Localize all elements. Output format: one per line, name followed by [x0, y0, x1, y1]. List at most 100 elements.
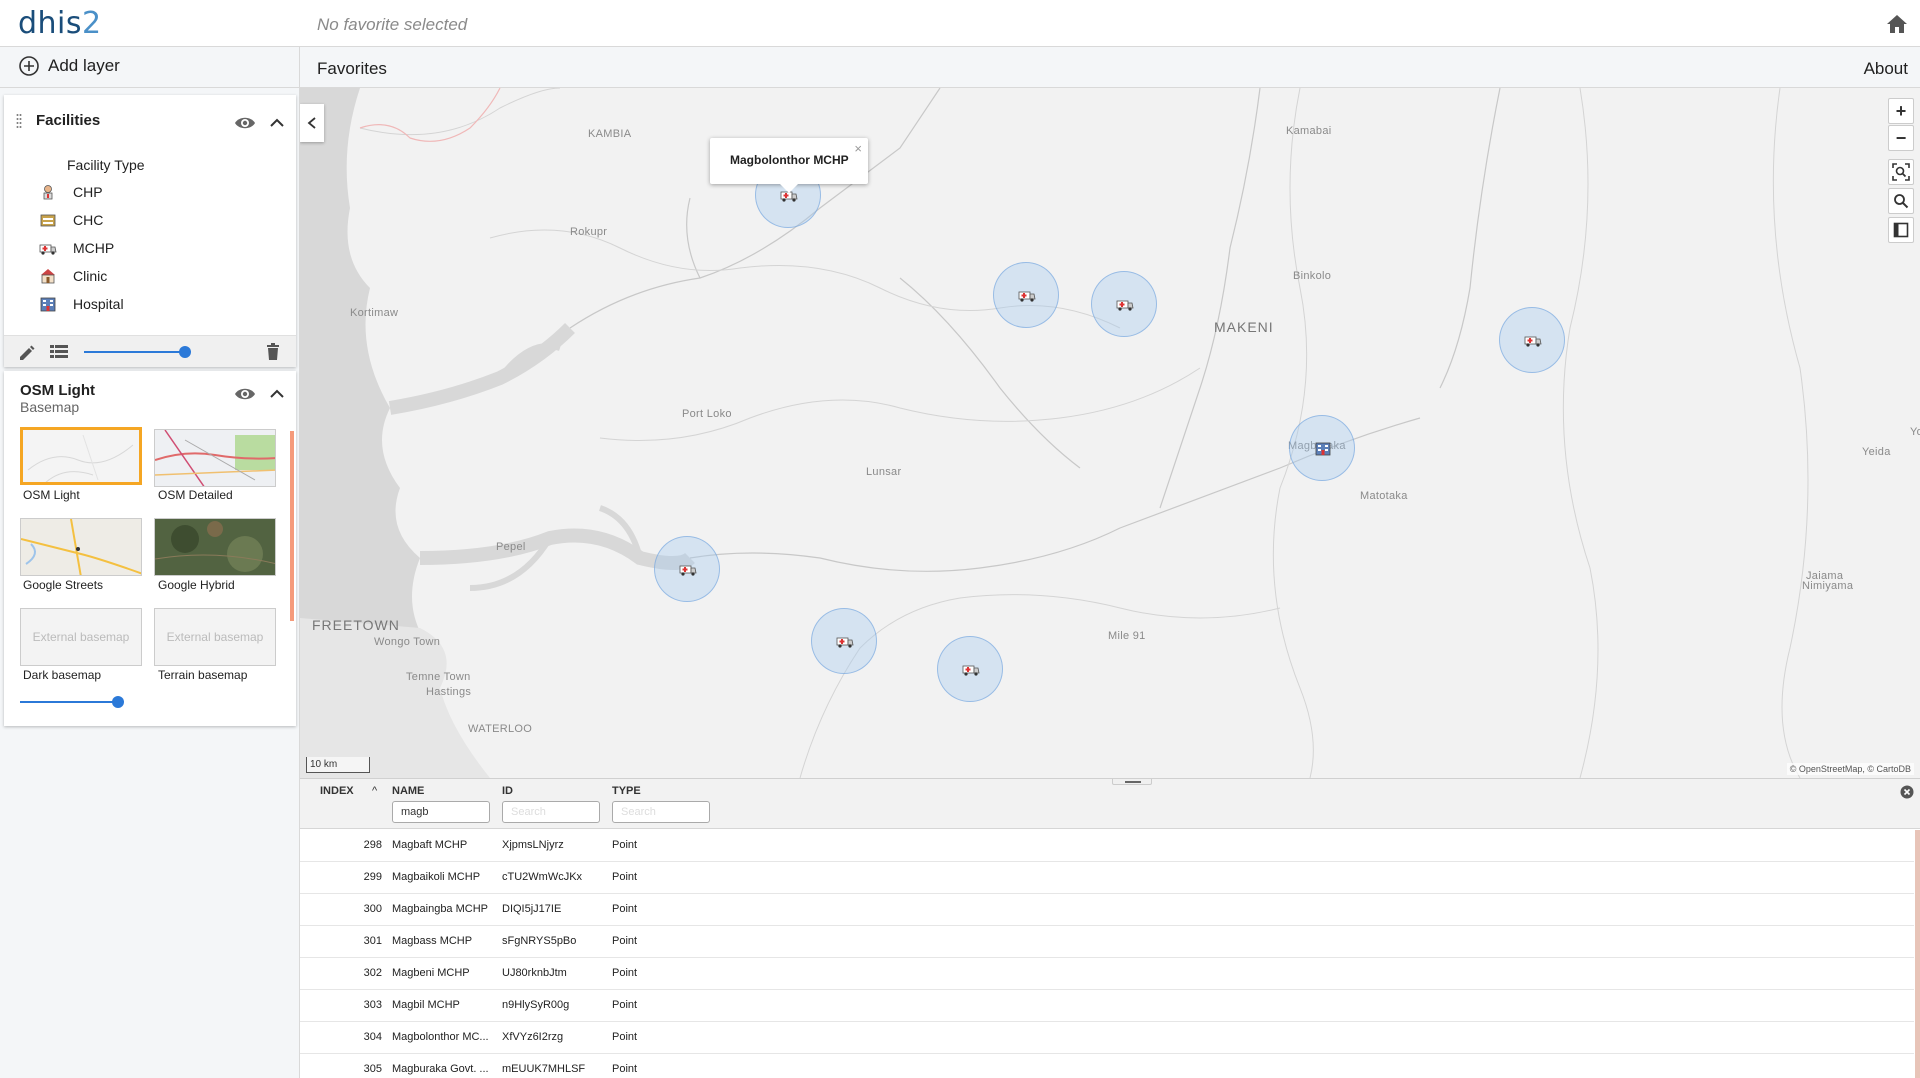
hospital-icon [40, 297, 56, 312]
layers-panel: Facilities Facility Type CHP CHC MCHP Cl… [0, 88, 300, 1078]
cell-type: Point [612, 999, 638, 1011]
type-filter-input[interactable] [612, 801, 710, 823]
popup-arrow [780, 184, 798, 193]
facility-marker[interactable] [937, 636, 1003, 702]
add-layer-button[interactable]: Add layer [18, 55, 120, 77]
collapse-panel-button[interactable] [300, 104, 324, 142]
table-row[interactable]: 298 Magbaft MCHP XjpmsLNjyrz Point [300, 830, 1914, 862]
home-icon[interactable] [1886, 14, 1908, 34]
column-header-name[interactable]: NAME [392, 785, 424, 797]
cell-id: UJ80rknbJtm [502, 967, 567, 979]
osm-light-thumbnail [27, 434, 134, 482]
cell-index: 301 [363, 935, 382, 947]
fullscreen-button[interactable] [1888, 217, 1914, 243]
table-header: INDEX ^ NAME ID TYPE [300, 779, 1920, 829]
cell-name: Magbaikoli MCHP [392, 871, 481, 883]
legend-label: MCHP [73, 240, 115, 256]
legend-item-clinic: Clinic [39, 266, 107, 286]
basemap-option-google-streets[interactable] [20, 518, 142, 576]
fit-bounds-button[interactable] [1888, 159, 1914, 185]
zoom-in-button[interactable]: + [1888, 98, 1914, 124]
map-label-temne-town: Temne Town [406, 671, 471, 683]
drag-handle-icon[interactable] [16, 113, 22, 131]
visibility-eye-icon[interactable] [234, 386, 256, 402]
collapse-chevron-icon[interactable] [270, 118, 284, 128]
facility-marker[interactable] [993, 262, 1059, 328]
search-button[interactable] [1888, 188, 1914, 214]
map-label-yeida: Yeida [1862, 446, 1891, 458]
map-view[interactable]: KAMBIA Kamabai Rokupr Kortimaw Binkolo M… [300, 88, 1920, 778]
legend-title: Facility Type [67, 157, 145, 173]
legend-item-chc: CHC [39, 210, 103, 230]
facility-marker[interactable] [1091, 271, 1157, 337]
basemap-option-dark[interactable]: External basemap [20, 608, 142, 666]
map-label-makeni: MAKENI [1214, 319, 1274, 335]
basemap-option-osm-light[interactable] [20, 427, 142, 485]
facility-marker[interactable] [1499, 307, 1565, 373]
cell-index: 305 [363, 1063, 382, 1075]
legend-item-hospital: Hospital [39, 294, 124, 314]
table-row[interactable]: 300 Magbaingba MCHP DIQI5jJ17IE Point [300, 894, 1914, 926]
chevron-left-icon [307, 117, 316, 129]
table-row[interactable]: 305 Magburaka Govt. ... mEUUK7MHLSF Poin… [300, 1054, 1914, 1078]
cell-type: Point [612, 967, 638, 979]
layer-footer [4, 335, 296, 367]
logo-number: 2 [82, 6, 102, 41]
column-header-id[interactable]: ID [502, 785, 513, 797]
add-layer-label: Add layer [48, 56, 120, 75]
basemap-label: Dark basemap [23, 668, 102, 682]
basemap-option-osm-detailed[interactable] [154, 429, 276, 487]
clinic-icon [41, 269, 55, 284]
dhis2-logo[interactable]: dhis2 [18, 6, 102, 41]
basemap-scrollbar[interactable] [290, 431, 294, 621]
cell-type: Point [612, 903, 638, 915]
basemap-option-terrain[interactable]: External basemap [154, 608, 276, 666]
column-header-index[interactable]: INDEX [320, 785, 354, 797]
table-resize-handle[interactable] [1112, 779, 1152, 785]
basemap-opacity-slider-track[interactable] [20, 701, 116, 703]
legend-item-mchp: MCHP [39, 238, 114, 258]
cell-index: 302 [363, 967, 382, 979]
table-scrollbar[interactable] [1915, 830, 1920, 1078]
map-label-waterloo: WATERLOO [468, 723, 533, 735]
facility-marker[interactable] [811, 608, 877, 674]
column-header-type[interactable]: TYPE [612, 785, 641, 797]
favorites-button[interactable]: Favorites [317, 59, 387, 79]
map-label-binkolo: Binkolo [1293, 270, 1332, 282]
table-row[interactable]: 303 Magbil MCHP n9HlySyR00g Point [300, 990, 1914, 1022]
opacity-slider-thumb[interactable] [179, 346, 191, 358]
collapse-chevron-icon[interactable] [270, 389, 284, 399]
visibility-eye-icon[interactable] [234, 115, 256, 131]
app-header: dhis2 No favorite selected [0, 0, 1920, 47]
mchp-icon [1116, 300, 1134, 311]
popup-close-button[interactable]: × [854, 141, 862, 156]
name-filter-input[interactable] [392, 801, 490, 823]
scale-bar: 10 km [306, 757, 370, 773]
id-filter-input[interactable] [502, 801, 600, 823]
about-button[interactable]: About [1864, 59, 1908, 79]
map-label-nimiyama: Nimiyama [1802, 580, 1854, 592]
facility-marker[interactable] [654, 536, 720, 602]
table-row[interactable]: 301 Magbass MCHP sFgNRYS5pBo Point [300, 926, 1914, 958]
table-row[interactable]: 304 Magbolonthor MC... XfVYz6I2rzg Point [300, 1022, 1914, 1054]
zoom-extent-icon [1892, 163, 1910, 181]
facility-marker[interactable] [1289, 415, 1355, 481]
delete-trash-icon[interactable] [266, 343, 280, 361]
zoom-out-button[interactable]: − [1888, 125, 1914, 151]
opacity-slider-track[interactable] [84, 351, 186, 353]
map-label-kortimaw: Kortimaw [350, 307, 399, 319]
basemap-opacity-slider-thumb[interactable] [112, 696, 124, 708]
edit-pencil-icon[interactable] [18, 344, 36, 362]
close-table-icon[interactable] [1900, 785, 1914, 799]
sort-indicator-icon: ^ [372, 785, 378, 797]
map-label-freetown: FREETOWN [312, 617, 400, 633]
table-row[interactable]: 302 Magbeni MCHP UJ80rknbJtm Point [300, 958, 1914, 990]
map-label-rokupr: Rokupr [570, 226, 608, 238]
basemap-option-google-hybrid[interactable] [154, 518, 276, 576]
basemap-layer-subtitle: Basemap [20, 399, 80, 415]
table-row[interactable]: 299 Magbaikoli MCHP cTU2WmWcJKx Point [300, 862, 1914, 894]
data-table-icon[interactable] [50, 345, 68, 359]
cell-type: Point [612, 871, 638, 883]
cell-name: Magbaingba MCHP [392, 903, 488, 915]
cell-name: Magbeni MCHP [392, 967, 470, 979]
